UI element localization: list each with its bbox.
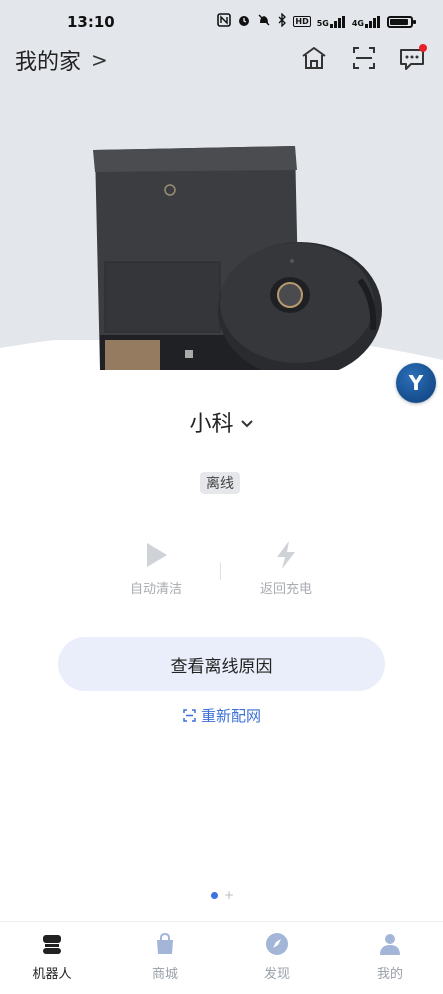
battery-icon xyxy=(387,15,416,28)
alarm-icon xyxy=(237,13,251,30)
return-charge-button[interactable]: 返回充电 xyxy=(226,540,346,597)
page-dot-active xyxy=(211,892,218,899)
status-badge: 离线 xyxy=(200,472,240,494)
bluetooth-icon xyxy=(277,12,287,30)
compass-icon xyxy=(266,933,288,955)
device-name: 小科 xyxy=(189,412,234,437)
signal-5g-label: 5G xyxy=(316,18,329,28)
tab-robot[interactable]: 机器人 xyxy=(12,932,92,982)
auto-clean-label: 自动清洁 xyxy=(129,582,182,597)
scan-icon xyxy=(183,709,196,722)
auto-clean-button[interactable]: 自动清洁 xyxy=(96,540,216,597)
shopping-bag-icon xyxy=(157,932,173,954)
message-icon[interactable] xyxy=(399,44,427,72)
nfc-icon xyxy=(217,13,232,30)
avatar-letter: Y xyxy=(408,371,424,395)
avatar[interactable]: Y xyxy=(396,363,436,403)
home-selector[interactable]: 我的家 > xyxy=(15,44,108,76)
reconfigure-network-link[interactable]: 重新配网 xyxy=(0,705,443,726)
play-icon xyxy=(147,543,167,567)
return-charge-label: 返回充电 xyxy=(259,582,312,597)
add-device-icon[interactable]: + xyxy=(224,889,234,901)
home-title: 我的家 xyxy=(15,50,82,75)
status-time: 13:10 xyxy=(67,13,115,31)
quick-actions: 自动清洁 返回充电 xyxy=(0,540,443,610)
tab-discover[interactable]: 发现 xyxy=(237,932,317,982)
tab-me-label: 我的 xyxy=(376,967,403,982)
mute-icon xyxy=(257,13,271,30)
page-indicator: + xyxy=(211,889,234,901)
chevron-down-icon xyxy=(240,414,254,433)
bottom-tab-bar: 机器人 商城 发现 我的 xyxy=(0,921,443,994)
view-offline-reason-button[interactable]: 查看离线原因 xyxy=(58,637,385,691)
person-icon xyxy=(380,934,400,955)
header: 我的家 > xyxy=(0,40,443,80)
robot-icon xyxy=(43,935,61,954)
signal-5g-icon: 5G xyxy=(316,15,346,28)
tab-robot-label: 机器人 xyxy=(32,967,72,982)
robot-image xyxy=(93,146,382,370)
device-selector[interactable]: 小科 xyxy=(0,406,443,438)
reconfigure-label: 重新配网 xyxy=(200,707,261,725)
status-bar: 13:10 HD 5G 4G xyxy=(0,0,443,44)
notification-dot xyxy=(419,44,427,52)
hd-badge: HD xyxy=(293,16,311,27)
home-icon[interactable] xyxy=(300,44,328,72)
signal-4g-label: 4G xyxy=(351,18,364,28)
scan-icon[interactable] xyxy=(350,44,378,72)
status-icons: HD 5G 4G xyxy=(217,12,416,30)
tab-shop-label: 商城 xyxy=(151,967,178,982)
signal-4g-icon: 4G xyxy=(351,15,381,28)
lightning-icon xyxy=(277,541,295,569)
action-divider xyxy=(220,562,221,580)
tab-shop[interactable]: 商城 xyxy=(125,932,205,982)
chevron-right-icon: > xyxy=(91,48,108,72)
tab-me[interactable]: 我的 xyxy=(350,932,430,982)
tab-discover-label: 发现 xyxy=(263,967,290,982)
